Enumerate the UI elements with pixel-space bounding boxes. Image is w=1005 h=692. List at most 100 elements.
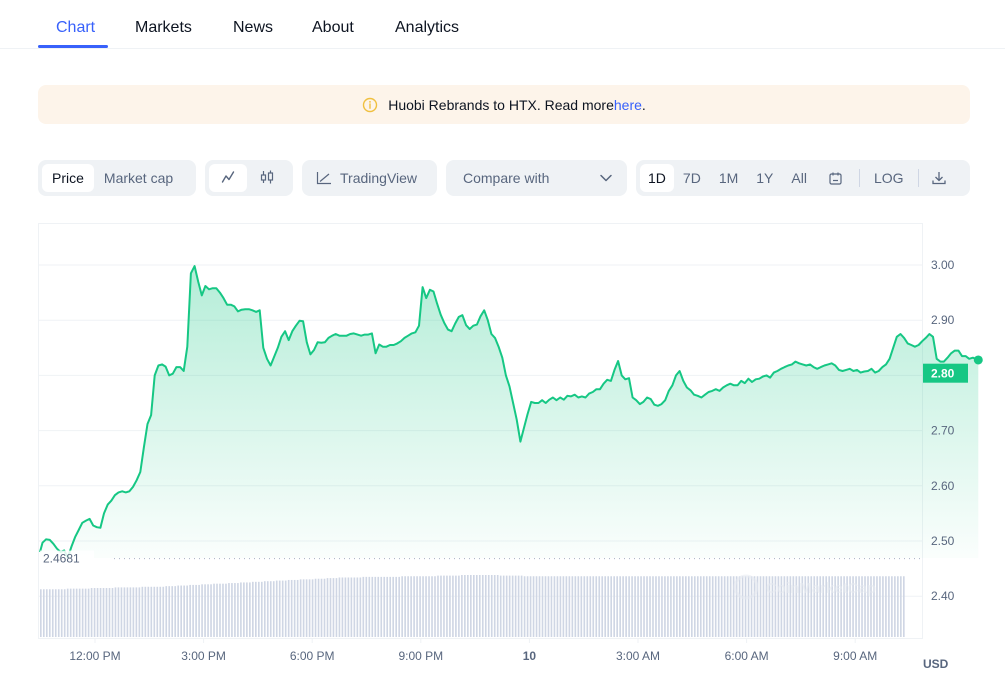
volume-bar	[386, 576, 389, 637]
info-icon	[362, 97, 378, 113]
compare-with-dropdown[interactable]: Compare with	[446, 160, 627, 196]
volume-bar	[168, 586, 171, 637]
volume-bar	[407, 576, 409, 637]
price-chart-svg[interactable]: CoinMarketCap 2.4681 3.00 2.90 2.80 2.70 2.6…	[38, 223, 1005, 692]
download-button[interactable]	[923, 164, 955, 192]
tradingview-button[interactable]: TradingView	[302, 160, 437, 196]
date-range-button[interactable]	[816, 164, 855, 192]
volume-bar	[305, 579, 308, 637]
range-1m-button[interactable]: 1M	[710, 164, 747, 192]
volume-bar	[332, 578, 335, 637]
volume-bar	[255, 581, 257, 637]
volume-bar	[278, 580, 281, 637]
volume-bar	[487, 575, 490, 637]
volume-bar	[93, 588, 96, 637]
volume-bar	[287, 579, 290, 637]
announcement-banner: Huobi Rebrands to HTX. Read more here.	[38, 85, 970, 124]
volume-bar	[532, 576, 535, 637]
volume-bar	[51, 589, 54, 637]
volume-bar	[586, 576, 589, 637]
volume-bar	[210, 584, 212, 637]
volume-bar	[57, 589, 60, 637]
volume-bar	[192, 584, 194, 637]
volume-bar	[404, 576, 406, 637]
banner-link[interactable]: here	[614, 97, 642, 113]
price-chart[interactable]: CoinMarketCap 2.4681 3.00 2.90 2.80 2.70 2.6…	[38, 223, 1005, 692]
line-chart-button[interactable]	[209, 164, 247, 192]
range-7d-button[interactable]: 7D	[674, 164, 710, 192]
volume-bar	[219, 583, 221, 637]
volume-bar	[568, 576, 571, 637]
volume-bar	[183, 585, 185, 637]
volume-bar	[419, 576, 421, 637]
volume-bar	[643, 576, 645, 637]
volume-bar	[640, 576, 642, 637]
volume-bar	[90, 588, 93, 637]
volume-bar	[174, 586, 177, 637]
volume-bar	[637, 576, 639, 637]
volume-bar	[759, 576, 762, 637]
volume-bar	[42, 589, 45, 637]
volume-bar	[165, 586, 168, 637]
volume-bar	[664, 576, 666, 637]
tab-markets[interactable]: Markets	[135, 19, 192, 37]
volume-bar	[243, 582, 245, 637]
volume-bar	[66, 588, 69, 637]
volume-bar	[550, 576, 553, 637]
log-scale-button[interactable]: LOG	[864, 164, 914, 192]
candlestick-button[interactable]	[247, 164, 287, 192]
volume-bar	[729, 576, 732, 637]
tab-news[interactable]: News	[233, 19, 273, 37]
volume-bar	[257, 581, 260, 637]
volume-bar	[446, 575, 448, 637]
x-tick-label: 10	[523, 649, 537, 663]
volume-bar	[284, 580, 287, 637]
volume-bar	[517, 575, 520, 637]
volume-bar	[204, 584, 206, 637]
volume-bar	[876, 576, 878, 637]
volume-bar	[726, 576, 729, 637]
range-1d-button[interactable]: 1D	[640, 164, 674, 192]
x-tick-label: 12:00 PM	[69, 649, 120, 663]
calendar-icon	[828, 171, 843, 186]
volume-bar	[338, 577, 341, 637]
volume-bar	[362, 576, 365, 637]
volume-bar	[490, 575, 493, 637]
x-tick-label: 6:00 PM	[290, 649, 335, 663]
volume-bar	[747, 576, 750, 637]
volume-bar	[129, 587, 132, 637]
volume-bar	[341, 577, 344, 637]
x-tick-label: 3:00 AM	[616, 649, 660, 663]
volume-bar	[461, 575, 463, 637]
volume-bar	[156, 586, 159, 637]
volume-bar	[356, 577, 359, 637]
volume-bar	[377, 576, 380, 637]
volume-bar	[195, 584, 197, 637]
tab-about[interactable]: About	[312, 19, 354, 37]
volume-bar	[900, 576, 902, 637]
volume-bar	[123, 587, 126, 637]
price-button[interactable]: Price	[42, 164, 94, 192]
banner-text: Huobi Rebrands to HTX. Read more	[388, 96, 614, 113]
market-cap-button[interactable]: Market cap	[94, 164, 183, 192]
volume-bar	[595, 576, 598, 637]
volume-bar	[431, 576, 433, 637]
volume-bar	[440, 575, 442, 637]
time-range-controls: 1D 7D 1M 1Y All LOG	[636, 160, 970, 196]
volume-bar	[54, 589, 57, 637]
volume-bar	[275, 580, 278, 637]
volume-bar	[475, 575, 478, 637]
current-price-dot	[973, 355, 983, 365]
range-1y-button[interactable]: 1Y	[747, 164, 782, 192]
volume-bar	[189, 584, 191, 637]
range-all-button[interactable]: All	[782, 164, 816, 192]
chevron-down-icon	[599, 171, 613, 185]
volume-bar	[114, 587, 117, 637]
tab-chart[interactable]: Chart	[56, 19, 95, 37]
volume-bar	[207, 584, 209, 637]
volume-bar	[326, 578, 329, 637]
tab-analytics[interactable]: Analytics	[395, 19, 459, 37]
volume-bar	[293, 579, 296, 637]
volume-bar	[499, 575, 502, 637]
volume-bar	[198, 584, 200, 637]
